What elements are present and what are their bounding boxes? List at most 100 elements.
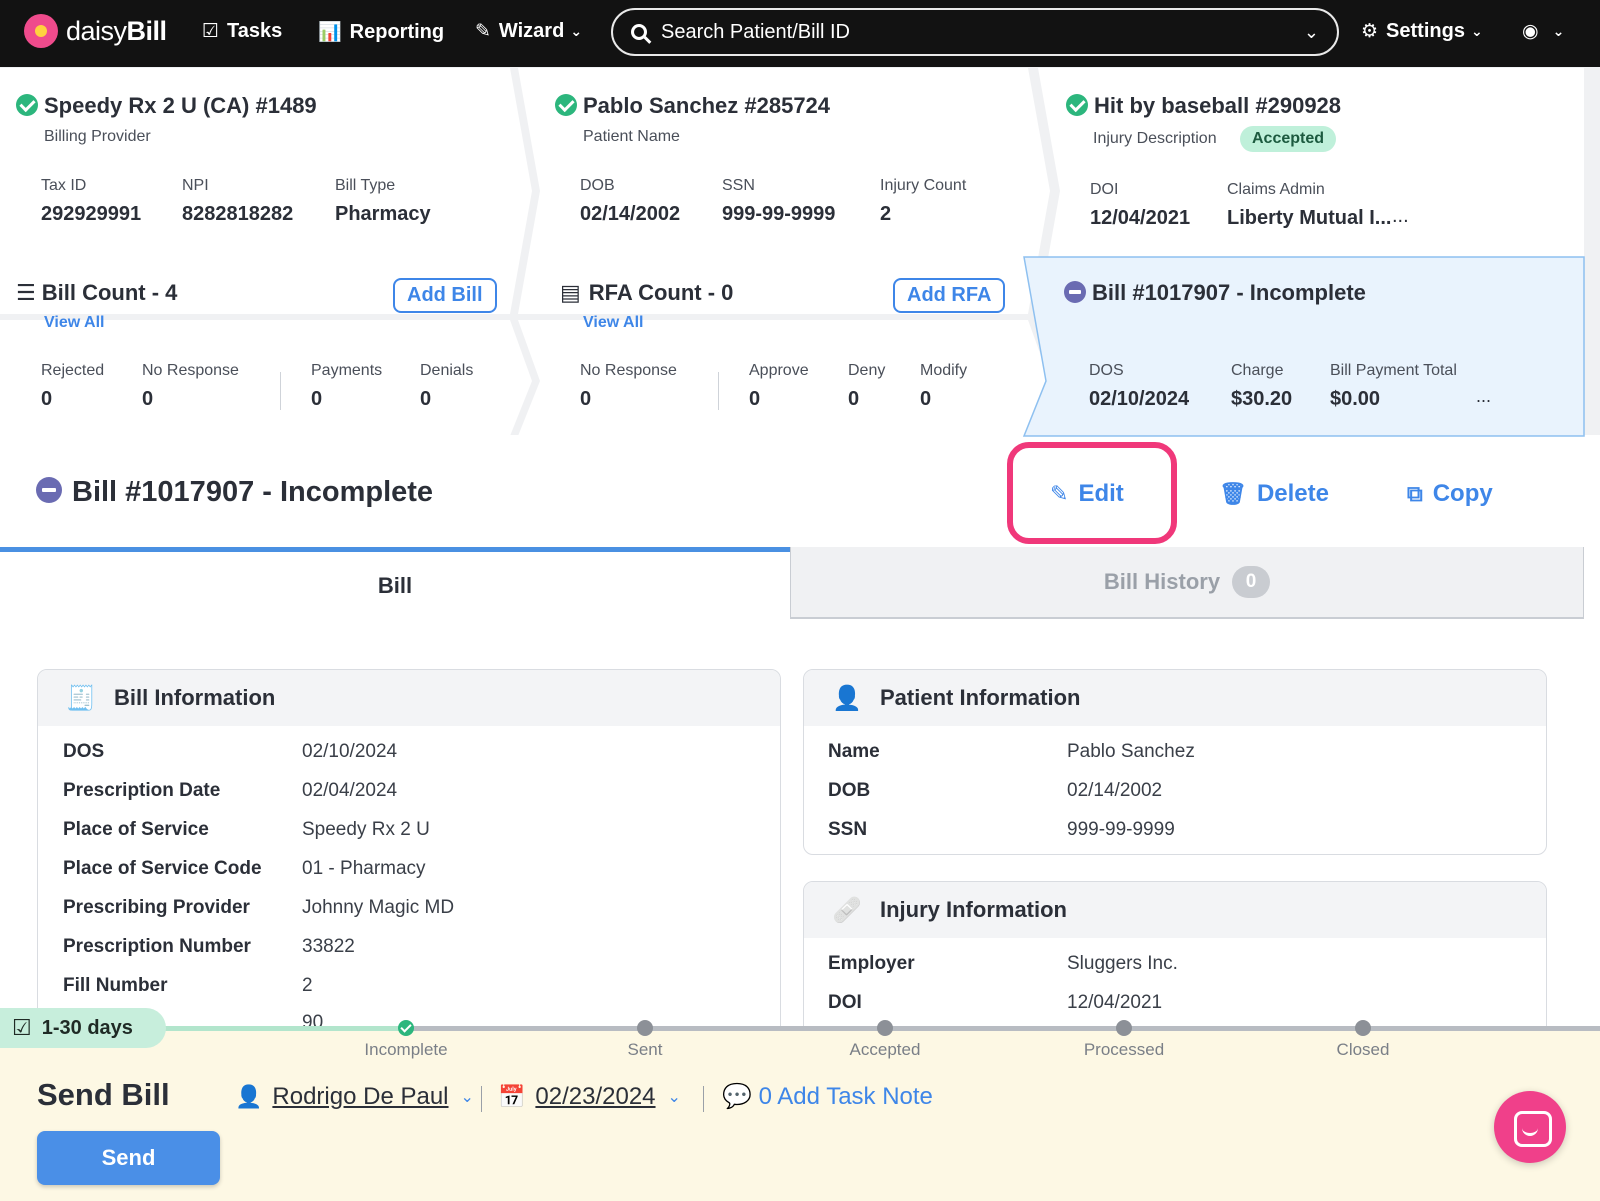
- injury-information-heading: 🩹 Injury Information: [804, 882, 1546, 938]
- approve-label: Approve: [749, 362, 809, 379]
- check-circle-icon: [1066, 94, 1088, 116]
- step-label: Incomplete: [364, 1040, 448, 1059]
- payment-total-value: $0.00: [1330, 388, 1381, 410]
- add-rfa-button[interactable]: Add RFA: [893, 278, 1006, 313]
- rfa-view-all-link[interactable]: View All: [583, 314, 643, 332]
- step-dot-processed: [1116, 1020, 1132, 1036]
- divider: [703, 1086, 704, 1112]
- bill-type-label: Bill Type: [335, 177, 396, 194]
- deny-label: Deny: [848, 362, 886, 379]
- daisybill-logo[interactable]: daisyBill: [24, 14, 167, 48]
- rejected-value: 0: [41, 388, 53, 410]
- no-response-value: 0: [142, 388, 154, 410]
- invoice-icon: 🧾: [66, 684, 96, 712]
- chevron-down-icon: ⌄: [460, 1089, 474, 1106]
- approve-value: 0: [749, 388, 761, 410]
- chevron-down-icon: ⌄: [667, 1089, 681, 1106]
- field-value: 02/04/2024: [302, 780, 398, 801]
- injury-title[interactable]: Hit by baseball #290928: [1066, 93, 1341, 119]
- ssn-label: SSN: [722, 177, 755, 194]
- status-badge: Accepted: [1240, 126, 1337, 152]
- field-label: DOB: [828, 780, 871, 801]
- field-value: 999-99-9999: [1067, 819, 1175, 840]
- nav-settings[interactable]: ⚙ Settings ⌄: [1361, 20, 1483, 43]
- injury-subtitle: Injury Description: [1093, 130, 1217, 147]
- tab-bill-history[interactable]: Bill History 0: [790, 547, 1584, 619]
- flower-icon: [24, 14, 58, 48]
- step-dot-sent: [637, 1020, 653, 1036]
- nav-tasks[interactable]: ☑ Tasks: [202, 20, 282, 43]
- field-label: DOI: [828, 992, 862, 1013]
- modify-label: Modify: [920, 362, 968, 379]
- nav-reporting[interactable]: 📊 Reporting: [318, 20, 444, 44]
- field-value: 02/10/2024: [302, 741, 398, 762]
- doi-value: 12/04/2021: [1090, 207, 1191, 229]
- step-label: Accepted: [849, 1040, 921, 1059]
- top-nav: daisyBill ☑ Tasks 📊 Reporting ✎ Wizard ⌄…: [0, 0, 1600, 68]
- delete-button[interactable]: 🗑 Delete: [1219, 480, 1329, 508]
- field-value: Speedy Rx 2 U: [302, 819, 430, 840]
- bill-type-value: Pharmacy: [335, 203, 431, 225]
- bandage-icon: 🩹: [832, 896, 862, 924]
- tab-bill[interactable]: Bill: [0, 547, 790, 619]
- assignee-dropdown[interactable]: 👤 Rodrigo De Paul ⌄: [235, 1083, 474, 1111]
- patient-information-panel: 👤 Patient Information Name Pablo Sanchez…: [803, 669, 1547, 855]
- charge-value: $30.20: [1231, 388, 1293, 410]
- patient-information-heading: 👤 Patient Information: [804, 670, 1546, 726]
- dob-label: DOB: [580, 177, 615, 194]
- patient-title[interactable]: Pablo Sanchez #285724: [555, 93, 830, 119]
- rfa-no-response-value: 0: [580, 388, 592, 410]
- field-label: Name: [828, 741, 880, 762]
- field-value: 01 - Pharmacy: [302, 858, 426, 879]
- user-menu[interactable]: ◉ ⌄: [1522, 20, 1564, 43]
- bill-summary-title[interactable]: Bill #1017907 - Incomplete: [1064, 280, 1366, 306]
- dob-value: 02/14/2002: [580, 203, 681, 225]
- magic-wand-icon: ✎: [475, 21, 491, 42]
- provider-subtitle: Billing Provider: [44, 128, 151, 145]
- modify-value: 0: [920, 388, 932, 410]
- step-label: Closed: [1336, 1040, 1390, 1059]
- edit-highlight-annotation: [1007, 442, 1177, 544]
- incomplete-status-icon: [36, 477, 62, 503]
- search-icon: [631, 24, 647, 40]
- add-task-note-link[interactable]: 💬 0 Add Task Note: [722, 1082, 933, 1111]
- injury-count-label: Injury Count: [880, 177, 967, 194]
- field-label: Place of Service: [63, 819, 209, 840]
- search-input[interactable]: Search Patient/Bill ID ⌄: [611, 8, 1339, 56]
- copy-button[interactable]: ⧉ Copy: [1407, 480, 1493, 508]
- user-circle-icon: ◉: [1522, 21, 1539, 42]
- add-bill-button[interactable]: Add Bill: [393, 278, 497, 313]
- calendar-icon: 📅: [498, 1084, 526, 1109]
- incomplete-status-icon: [1064, 281, 1086, 303]
- field-label: Prescription Number: [63, 936, 251, 957]
- doi-label: DOI: [1090, 181, 1119, 198]
- tax-id-value: 292929991: [41, 203, 142, 225]
- no-response-label: No Response: [142, 362, 239, 379]
- field-value: 2: [302, 975, 313, 996]
- due-date-picker[interactable]: 📅 02/23/2024 ⌄: [498, 1083, 681, 1111]
- field-label: Prescription Date: [63, 780, 221, 801]
- chevron-down-icon: ⌄: [1552, 23, 1565, 39]
- provider-title[interactable]: Speedy Rx 2 U (CA) #1489: [16, 93, 317, 119]
- field-label: Employer: [828, 953, 915, 974]
- deny-value: 0: [848, 388, 860, 410]
- tax-id-label: Tax ID: [41, 177, 87, 194]
- more-ellipsis[interactable]: ...: [1392, 205, 1409, 228]
- field-value: 33822: [302, 936, 355, 957]
- injury-count-value: 2: [880, 203, 892, 225]
- step-dot-accepted: [877, 1020, 893, 1036]
- more-ellipsis[interactable]: ...: [1476, 386, 1491, 407]
- field-value: Sluggers Inc.: [1067, 953, 1178, 974]
- ssn-value: 999-99-9999: [722, 203, 836, 225]
- bill-view-all-link[interactable]: View All: [44, 314, 104, 332]
- chevron-down-icon: ⌄: [1470, 23, 1483, 39]
- user-icon: 👤: [235, 1084, 263, 1109]
- chat-launcher-icon[interactable]: [1494, 1091, 1566, 1163]
- chevron-down-icon[interactable]: ⌄: [1304, 22, 1319, 43]
- document-icon: ▤: [560, 280, 581, 305]
- nav-wizard[interactable]: ✎ Wizard ⌄: [475, 20, 582, 43]
- send-button[interactable]: Send: [37, 1131, 220, 1185]
- copy-icon: ⧉: [1407, 481, 1423, 506]
- clipboard-check-icon: ☑: [202, 21, 220, 42]
- payments-value: 0: [311, 388, 323, 410]
